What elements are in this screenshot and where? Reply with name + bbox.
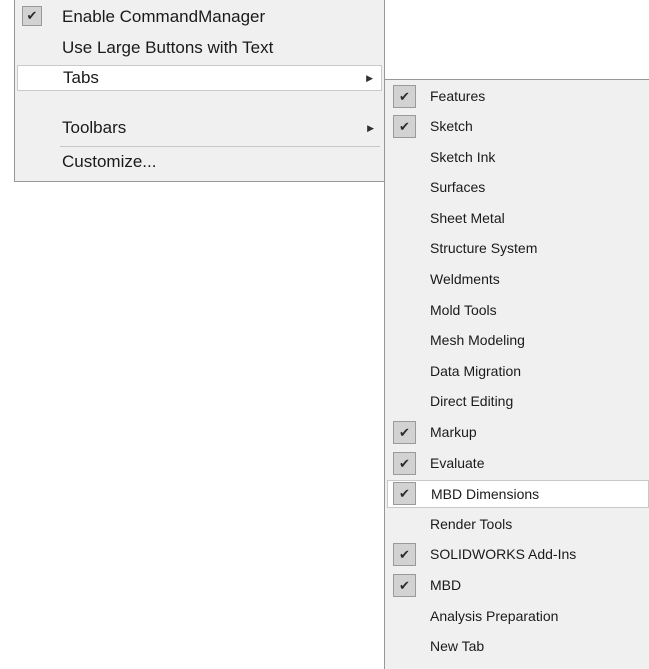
- menu-item-label: Tabs: [63, 68, 99, 87]
- menu-separator: [60, 146, 380, 147]
- context-menu: ✔ Enable CommandManager Use Large Button…: [14, 0, 385, 182]
- check-icon: ✔: [393, 115, 416, 138]
- tab-item-sketch-ink[interactable]: Sketch Ink: [387, 144, 649, 172]
- tab-item-label: Weldments: [430, 271, 500, 287]
- tab-item-solidworks-add-ins[interactable]: ✔ SOLIDWORKS Add-Ins: [387, 541, 649, 569]
- menu-item-customize[interactable]: Customize...: [17, 149, 382, 175]
- tab-item-evaluate[interactable]: ✔ Evaluate: [387, 450, 649, 478]
- tab-item-label: Direct Editing: [430, 393, 514, 409]
- menu-item-use-large-buttons[interactable]: Use Large Buttons with Text: [17, 35, 382, 61]
- tab-item-surfaces[interactable]: Surfaces: [387, 174, 649, 202]
- tab-item-label: MBD: [430, 577, 462, 593]
- check-icon: ✔: [393, 482, 416, 505]
- tab-item-label: SOLIDWORKS Add-Ins: [430, 546, 577, 562]
- tab-item-mold-tools[interactable]: Mold Tools: [387, 297, 649, 325]
- check-icon: ✔: [393, 452, 416, 475]
- tab-item-label: Analysis Preparation: [430, 608, 559, 624]
- tab-item-label: Data Migration: [430, 363, 522, 379]
- menu-item-label: Toolbars: [62, 118, 127, 137]
- menu-item-tabs[interactable]: Tabs ▶: [17, 65, 382, 91]
- check-icon: ✔: [393, 421, 416, 444]
- tab-item-label: Structure System: [430, 240, 538, 256]
- tab-item-label: Evaluate: [430, 455, 485, 471]
- tab-item-weldments[interactable]: Weldments: [387, 266, 649, 294]
- check-icon: ✔: [22, 6, 42, 26]
- tab-item-direct-editing[interactable]: Direct Editing: [387, 388, 649, 416]
- tab-item-mbd-dimensions[interactable]: ✔ MBD Dimensions: [387, 480, 649, 508]
- tab-item-label: Sheet Metal: [430, 210, 505, 226]
- chevron-right-icon: ▶: [367, 122, 374, 133]
- menu-item-enable-commandmanager[interactable]: ✔ Enable CommandManager: [17, 4, 382, 30]
- chevron-right-icon: ▶: [366, 72, 373, 83]
- menu-item-label: Customize...: [62, 152, 157, 171]
- tab-item-mbd[interactable]: ✔ MBD: [387, 572, 649, 600]
- tab-item-label: Mesh Modeling: [430, 332, 525, 348]
- tab-item-features[interactable]: ✔ Features: [387, 83, 649, 111]
- tab-item-label: MBD Dimensions: [431, 486, 540, 502]
- tab-item-label: Features: [430, 88, 486, 104]
- check-icon: ✔: [393, 543, 416, 566]
- tab-item-analysis-preparation[interactable]: Analysis Preparation: [387, 603, 649, 631]
- menu-item-label: Use Large Buttons with Text: [62, 38, 274, 57]
- check-icon: ✔: [393, 574, 416, 597]
- menu-item-toolbars[interactable]: Toolbars ▶: [17, 115, 382, 141]
- tab-item-data-migration[interactable]: Data Migration: [387, 358, 649, 386]
- tab-item-structure-system[interactable]: Structure System: [387, 235, 649, 263]
- tab-item-label: Mold Tools: [430, 302, 497, 318]
- tab-item-label: Sketch: [430, 118, 473, 134]
- tabs-submenu: ✔ Features ✔ Sketch Sketch Ink Surfaces …: [384, 79, 649, 669]
- tab-item-new-tab[interactable]: New Tab: [387, 633, 649, 661]
- tab-item-sheet-metal[interactable]: Sheet Metal: [387, 205, 649, 233]
- tab-item-mesh-modeling[interactable]: Mesh Modeling: [387, 327, 649, 355]
- tab-item-sketch[interactable]: ✔ Sketch: [387, 113, 649, 141]
- tab-item-markup[interactable]: ✔ Markup: [387, 419, 649, 447]
- tab-item-label: Sketch Ink: [430, 149, 496, 165]
- tab-item-label: Markup: [430, 424, 477, 440]
- tab-item-label: Surfaces: [430, 179, 486, 195]
- tab-item-label: Render Tools: [430, 516, 513, 532]
- tab-item-render-tools[interactable]: Render Tools: [387, 511, 649, 539]
- tab-item-label: New Tab: [430, 638, 485, 654]
- check-icon: ✔: [393, 85, 416, 108]
- menu-item-label: Enable CommandManager: [62, 7, 266, 26]
